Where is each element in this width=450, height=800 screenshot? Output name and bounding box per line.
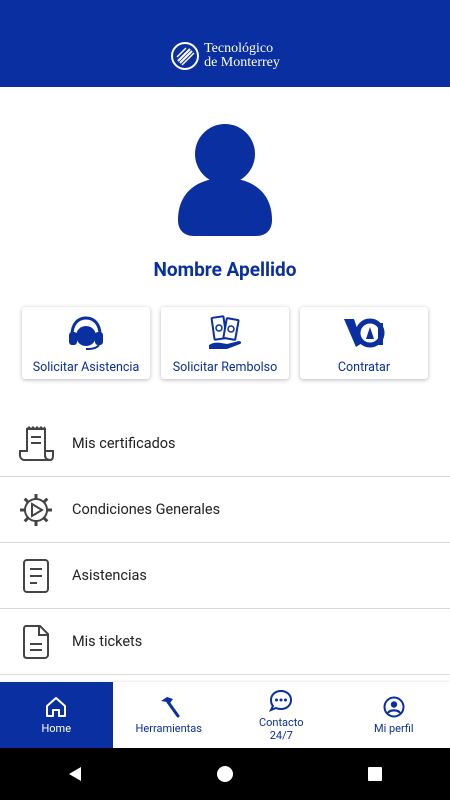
menu-item-certificates[interactable]: Mis certificados (0, 411, 450, 477)
hammer-icon (157, 695, 181, 719)
chat-icon (269, 689, 293, 713)
back-triangle-icon (69, 767, 81, 781)
contract-label: Contratar (337, 360, 391, 375)
headset-icon (64, 315, 108, 351)
request-refund-label: Solicitar Rembolso (172, 360, 278, 375)
nav-label: Mi perfil (373, 722, 414, 735)
nav-tools[interactable]: Herramientas (113, 682, 226, 748)
user-name: Nombre Apellido (153, 258, 297, 281)
nav-label: Herramientas (135, 722, 202, 735)
contract-button[interactable]: Contratar (300, 307, 428, 379)
gear-icon (16, 490, 56, 530)
menu-label: Condiciones Generales (72, 501, 221, 518)
request-refund-button[interactable]: Solicitar Rembolso (161, 307, 289, 379)
receipt-icon (16, 424, 56, 464)
brand-line2: de Monterrey (204, 54, 280, 70)
nav-home[interactable]: Home (0, 682, 113, 748)
app-header: Tecnológico de Monterrey (0, 24, 450, 87)
menu-label: Mis certificados (72, 435, 176, 452)
home-circle-icon (217, 766, 233, 782)
nav-label: Contacto 24/7 (258, 715, 304, 742)
bottom-navigation: Home Herramientas Contacto 24/7 Mi perfi… (0, 682, 450, 748)
system-navigation-bar (0, 748, 450, 800)
nav-label: Home (41, 722, 72, 735)
recents-square-icon (368, 767, 382, 781)
brand-line1: Tecnológico (204, 40, 274, 56)
menu-label: Asistencias (72, 567, 147, 584)
menu-item-general-conditions[interactable]: Condiciones Generales (0, 477, 450, 543)
request-assistance-button[interactable]: Solicitar Asistencia (22, 307, 150, 379)
user-circle-icon (382, 695, 406, 719)
file-icon (16, 622, 56, 662)
quick-actions: Solicitar Asistencia Solicitar Rembolso … (22, 307, 428, 379)
status-bar (0, 0, 450, 24)
contract-logo-icon (342, 315, 386, 351)
menu-label: Mis tickets (72, 633, 143, 650)
menu-item-tickets[interactable]: Mis tickets (0, 609, 450, 675)
money-hand-icon (203, 315, 247, 351)
document-icon (16, 556, 56, 596)
nav-profile[interactable]: Mi perfil (338, 682, 450, 748)
avatar-container (0, 124, 450, 236)
brand-name: Tecnológico de Monterrey (204, 40, 280, 70)
tec-seal-icon (171, 41, 200, 70)
recents-button[interactable] (345, 754, 405, 794)
profile-menu: Mis certificados Condiciones Generales A… (0, 411, 450, 675)
nav-contact[interactable]: Contacto 24/7 (225, 682, 338, 748)
home-system-button[interactable] (195, 754, 255, 794)
back-button[interactable] (45, 754, 105, 794)
menu-item-assistances[interactable]: Asistencias (0, 543, 450, 609)
avatar (178, 124, 272, 236)
home-icon (44, 695, 68, 719)
brand-logo: Tecnológico de Monterrey (170, 41, 280, 71)
request-assistance-label: Solicitar Asistencia (32, 360, 140, 375)
